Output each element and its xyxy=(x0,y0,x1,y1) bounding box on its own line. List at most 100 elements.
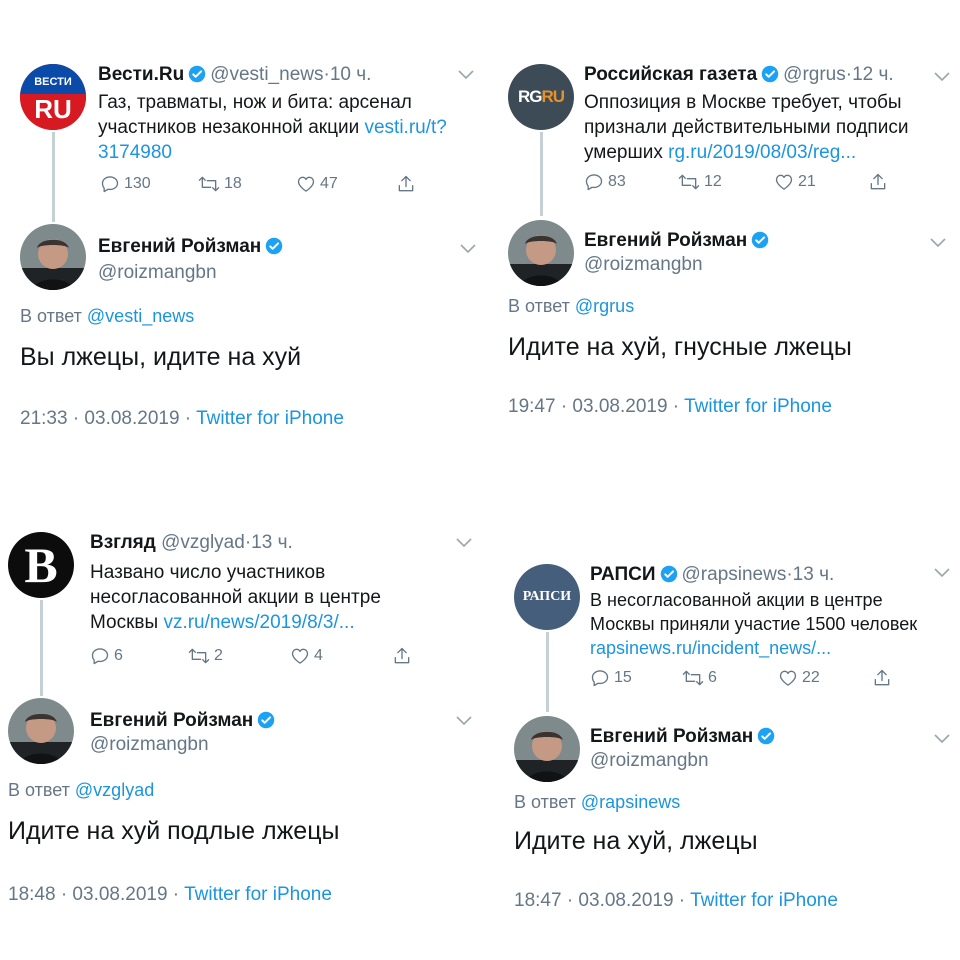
retweet-count: 18 xyxy=(224,175,242,192)
tweet-source[interactable]: Twitter for iPhone xyxy=(196,408,344,429)
retweet-action[interactable]: 12 xyxy=(678,172,722,192)
retweet-action[interactable]: 6 xyxy=(682,668,717,688)
tweet-link[interactable]: rg.ru/2019/08/03/reg... xyxy=(668,142,856,163)
chevron-down-icon[interactable] xyxy=(930,238,946,248)
tweet-age[interactable]: 13 ч. xyxy=(251,532,293,553)
tweet-actions: 83 12 21 xyxy=(584,172,904,194)
thread-line xyxy=(546,632,549,712)
avatar-rgrus[interactable]: RG RU xyxy=(508,64,574,130)
share-action[interactable] xyxy=(392,646,416,666)
share-action[interactable] xyxy=(868,172,892,192)
chevron-down-icon[interactable] xyxy=(934,568,950,578)
in-reply-handle[interactable]: @vzglyad xyxy=(75,780,154,800)
share-action[interactable] xyxy=(396,174,420,194)
avatar-roizman[interactable] xyxy=(20,224,86,290)
tweet-timestamp[interactable]: 21:33 · 03.08.2019 · xyxy=(20,408,191,429)
like-action[interactable]: 4 xyxy=(290,646,323,666)
reply-action[interactable]: 15 xyxy=(590,668,632,688)
chevron-down-icon[interactable] xyxy=(460,244,476,254)
tweet-text: Газ, травматы, нож и бита: арсенал участ… xyxy=(98,90,458,165)
share-action[interactable] xyxy=(872,668,896,688)
reply-action[interactable]: 83 xyxy=(584,172,626,192)
tweet-age[interactable]: 12 ч. xyxy=(852,64,894,85)
tweet-timestamp[interactable]: 18:47 · 03.08.2019 · xyxy=(514,890,685,911)
like-count: 21 xyxy=(798,173,816,190)
tweet-source[interactable]: Twitter for iPhone xyxy=(184,884,332,905)
tweet-meta: 18:48 · 03.08.2019 · Twitter for iPhone xyxy=(8,884,332,906)
in-reply-prefix: В ответ xyxy=(508,296,570,316)
tweet-link[interactable]: rapsinews.ru/incident_news/... xyxy=(590,638,831,658)
user-photo-icon xyxy=(8,698,74,764)
chevron-down-icon[interactable] xyxy=(934,72,950,82)
reply-author: Евгений Ройзман xyxy=(584,230,773,252)
retweet-action[interactable]: 18 xyxy=(198,174,242,194)
in-reply-prefix: В ответ xyxy=(8,780,70,800)
avatar-vesti[interactable]: ВЕСТИ RU xyxy=(20,64,86,130)
avatar-roizman[interactable] xyxy=(508,220,574,286)
avatar-roizman[interactable] xyxy=(514,716,580,782)
reply-author: Евгений Ройзман xyxy=(98,236,287,258)
display-name[interactable]: РАПСИ xyxy=(590,564,656,585)
reply-display-name[interactable]: Евгений Ройзман xyxy=(590,726,753,747)
reply-display-name[interactable]: Евгений Ройзман xyxy=(584,230,747,251)
reply-count: 6 xyxy=(114,647,123,664)
in-reply-handle[interactable]: @rgrus xyxy=(575,296,634,316)
tweet-timestamp[interactable]: 18:48 · 03.08.2019 · xyxy=(8,884,179,905)
retweet-action[interactable]: 2 xyxy=(188,646,223,666)
tweet-source[interactable]: Twitter for iPhone xyxy=(690,890,838,911)
avatar-roizman[interactable] xyxy=(8,698,74,764)
retweet-icon xyxy=(678,174,700,190)
verified-badge-icon xyxy=(758,727,775,745)
tweet-source[interactable]: Twitter for iPhone xyxy=(684,396,832,417)
handle[interactable]: @rgrus xyxy=(783,64,846,85)
handle[interactable]: @vesti_news xyxy=(210,64,323,85)
like-action[interactable]: 47 xyxy=(296,174,338,194)
reply-handle[interactable]: @roizmangbn xyxy=(90,734,209,756)
display-name[interactable]: Российская газета xyxy=(584,64,757,85)
reply-handle[interactable]: @roizmangbn xyxy=(98,262,217,284)
display-name[interactable]: Взгляд xyxy=(90,532,156,553)
handle[interactable]: @rapsinews xyxy=(682,564,787,585)
in-reply-handle[interactable]: @rapsinews xyxy=(581,792,680,812)
tweet-link[interactable]: vz.ru/news/2019/8/3/... xyxy=(163,612,354,633)
tweet-body: В несогласованной акции в центре Москвы … xyxy=(590,590,918,634)
chevron-down-icon[interactable] xyxy=(456,538,472,548)
in-reply-prefix: В ответ xyxy=(514,792,576,812)
chevron-down-icon[interactable] xyxy=(934,734,950,744)
chevron-down-icon[interactable] xyxy=(458,70,474,80)
display-name[interactable]: Вести.Ru xyxy=(98,64,184,85)
share-icon xyxy=(874,669,890,686)
reply-text: Идите на хуй, гнусные лжецы xyxy=(508,333,852,361)
in-reply-to: В ответ @vzglyad xyxy=(8,780,154,801)
reply-text: Идите на хуй подлые лжецы xyxy=(8,817,340,845)
reply-handle[interactable]: @roizmangbn xyxy=(590,750,709,772)
chevron-down-icon[interactable] xyxy=(456,716,472,726)
tweet-age[interactable]: 10 ч. xyxy=(330,64,372,85)
tweet-age[interactable]: 13 ч. xyxy=(793,564,835,585)
tweet-thread-vesti: ВЕСТИ RU Вести.Ru @vesti_news·10 ч. Газ, … xyxy=(0,0,476,440)
retweet-icon xyxy=(682,670,704,686)
reply-display-name[interactable]: Евгений Ройзман xyxy=(90,710,253,731)
tweet-timestamp[interactable]: 19:47 · 03.08.2019 · xyxy=(508,396,679,417)
in-reply-to: В ответ @vesti_news xyxy=(20,306,194,327)
handle[interactable]: @vzglyad xyxy=(161,532,245,553)
thread-line xyxy=(52,132,55,222)
share-icon xyxy=(870,173,886,190)
like-icon xyxy=(779,670,797,686)
reply-text: Вы лжецы, идите на хуй xyxy=(20,343,302,371)
like-action[interactable]: 21 xyxy=(774,172,816,192)
avatar-vzglyad[interactable]: B xyxy=(8,532,74,598)
tweet-header: Вести.Ru @vesti_news·10 ч. xyxy=(98,64,371,86)
reply-action[interactable]: 130 xyxy=(100,174,151,194)
avatar-rapsi[interactable]: РАПСИ xyxy=(514,564,580,630)
tweet-actions: 15 6 22 xyxy=(590,668,910,690)
user-photo-icon xyxy=(20,224,86,290)
reply-count: 130 xyxy=(124,175,151,192)
in-reply-handle[interactable]: @vesti_news xyxy=(87,306,194,326)
verified-badge-icon xyxy=(266,237,283,255)
like-count: 4 xyxy=(314,647,323,664)
reply-handle[interactable]: @roizmangbn xyxy=(584,254,703,276)
reply-display-name[interactable]: Евгений Ройзман xyxy=(98,236,261,257)
like-action[interactable]: 22 xyxy=(778,668,820,688)
reply-action[interactable]: 6 xyxy=(90,646,123,666)
